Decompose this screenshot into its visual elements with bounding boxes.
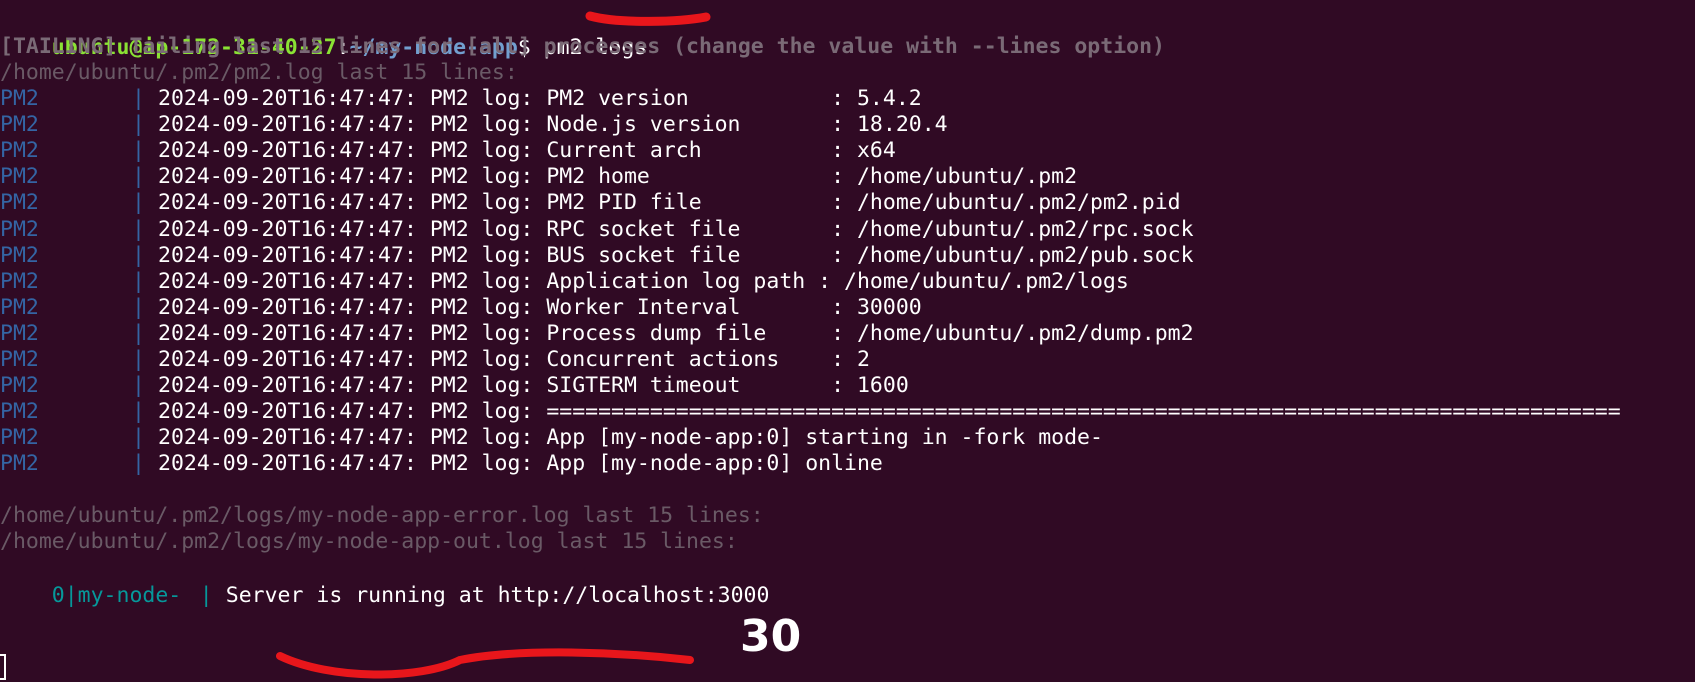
app-pipe: | (199, 583, 213, 608)
pm2-log-text: 2024-09-20T16:47:47: PM2 log: Applicatio… (158, 268, 1129, 294)
pm2-pipe: | (132, 294, 145, 320)
terminal-cursor (0, 654, 6, 680)
red-underline-server-line (276, 648, 694, 679)
pm2-process-tag: PM2 (0, 164, 39, 190)
pm2-log-text: 2024-09-20T16:47:47: PM2 log: PM2 versio… (158, 86, 922, 111)
pm2-log-text: 2024-09-20T16:47:47: PM2 log: Node.js ve… (158, 112, 948, 138)
pm2-log-line: PM2 | 2024-09-20T16:47:47: PM2 log: App [m… (0, 450, 883, 478)
pm2-log-text: 2024-09-20T16:47:47: PM2 log: Process du… (158, 320, 1194, 346)
pm2-log-text: 2024-09-20T16:47:47: PM2 log: PM2 PID fi… (158, 190, 1181, 216)
pm2-process-tag: PM2 (0, 451, 39, 477)
app-process-tag: 0|my-node- (51, 583, 182, 608)
pm2-pipe: | (132, 112, 145, 138)
annotation-number: 30 (740, 611, 802, 662)
pm2-process-tag: PM2 (0, 86, 39, 111)
pm2-log-line: PM2 | 2024-09-20T16:47:47: PM2 log: PM2 ho… (0, 163, 1077, 191)
tailing-notice: [TAILING] Tailing last 15 lines for [all… (0, 34, 1165, 59)
error-log-header: /home/ubuntu/.pm2/logs/my-node-app-error… (0, 503, 764, 528)
pm2-pipe: | (132, 451, 145, 477)
out-log-header: /home/ubuntu/.pm2/logs/my-node-app-out.l… (0, 529, 738, 554)
pm2-log-text: 2024-09-20T16:47:47: PM2 log: ==========… (158, 399, 1621, 425)
pm2-log-line: PM2 | 2024-09-20T16:47:47: PM2 log: PM2 ve… (0, 85, 922, 113)
pm2-pipe: | (132, 320, 145, 346)
pm2-pipe: | (132, 216, 145, 242)
pm2-pipe: | (132, 138, 145, 164)
pm2-process-tag: PM2 (0, 112, 39, 138)
pm2-log-line: PM2 | 2024-09-20T16:47:47: PM2 log: Concur… (0, 346, 870, 374)
pm2-process-tag: PM2 (0, 216, 39, 242)
pm2-process-tag: PM2 (0, 347, 39, 372)
pm2-process-tag: PM2 (0, 242, 39, 268)
pm2-log-text: 2024-09-20T16:47:47: PM2 log: App [my-no… (158, 425, 1103, 451)
pm2-process-tag: PM2 (0, 425, 39, 451)
app-log-line: 0|my-node- | Server is running at http://l… (0, 554, 770, 608)
pm2-pipe: | (132, 190, 145, 216)
pm2-log-text: 2024-09-20T16:47:47: PM2 log: SIGTERM ti… (158, 373, 909, 399)
pm2-log-line: PM2 | 2024-09-20T16:47:47: PM2 log: BUS so… (0, 242, 1194, 270)
pm2-process-tag: PM2 (0, 138, 39, 164)
app-log-text: Server is running at http://localhost:30… (225, 583, 770, 608)
pm2-log-text: 2024-09-20T16:47:47: PM2 log: Worker Int… (158, 294, 922, 320)
pm2-log-line: PM2 | 2024-09-20T16:47:47: PM2 log: Applic… (0, 268, 1129, 296)
pm2-pipe: | (132, 373, 145, 399)
pm2-pipe: | (132, 347, 145, 372)
pm2-log-text: 2024-09-20T16:47:47: PM2 log: RPC socket… (158, 216, 1194, 242)
terminal-window[interactable]: ubuntu@ip-172-31-40-27:~/my-node-app$ pm… (0, 0, 1695, 682)
pm2-log-text: 2024-09-20T16:47:47: PM2 log: Concurrent… (158, 347, 870, 372)
pm2-log-line: PM2 | 2024-09-20T16:47:47: PM2 log: Worker… (0, 294, 922, 322)
prompt-line: ubuntu@ip-172-31-40-27:~/my-node-app$ pm… (0, 6, 647, 60)
pm2-log-line: PM2 | 2024-09-20T16:47:47: PM2 log: SIGTER… (0, 372, 909, 400)
pm2-pipe: | (132, 86, 145, 111)
pm2-log-text: 2024-09-20T16:47:47: PM2 log: BUS socket… (158, 242, 1194, 268)
pm2-pipe: | (132, 164, 145, 190)
pm2-log-line: PM2 | 2024-09-20T16:47:47: PM2 log: ======… (0, 398, 1621, 426)
pm2-log-text: 2024-09-20T16:47:47: PM2 log: App [my-no… (158, 451, 883, 477)
pm2-pipe: | (132, 242, 145, 268)
pm2-process-tag: PM2 (0, 320, 39, 346)
pm2-process-tag: PM2 (0, 268, 39, 294)
pm2-process-tag: PM2 (0, 294, 39, 320)
pm2-log-line: PM2 | 2024-09-20T16:47:47: PM2 log: App [m… (0, 424, 1103, 452)
pm2-log-line: PM2 | 2024-09-20T16:47:47: PM2 log: RPC so… (0, 216, 1194, 244)
pm2-log-line: PM2 | 2024-09-20T16:47:47: PM2 log: PM2 PI… (0, 189, 1181, 217)
pm2-log-text: 2024-09-20T16:47:47: PM2 log: Current ar… (158, 138, 896, 164)
pm2-pipe: | (132, 425, 145, 451)
pm2-log-line: PM2 | 2024-09-20T16:47:47: PM2 log: Node.j… (0, 111, 948, 139)
pm2-log-line: PM2 | 2024-09-20T16:47:47: PM2 log: Curren… (0, 137, 896, 165)
pm2-process-tag: PM2 (0, 373, 39, 399)
pm2-log-header: /home/ubuntu/.pm2/pm2.log last 15 lines: (0, 60, 518, 85)
pm2-log-line: PM2 | 2024-09-20T16:47:47: PM2 log: Proces… (0, 320, 1194, 348)
pm2-process-tag: PM2 (0, 190, 39, 216)
pm2-pipe: | (132, 268, 145, 294)
pm2-log-text: 2024-09-20T16:47:47: PM2 log: PM2 home :… (158, 164, 1078, 190)
pm2-process-tag: PM2 (0, 399, 39, 425)
pm2-pipe: | (132, 399, 145, 425)
